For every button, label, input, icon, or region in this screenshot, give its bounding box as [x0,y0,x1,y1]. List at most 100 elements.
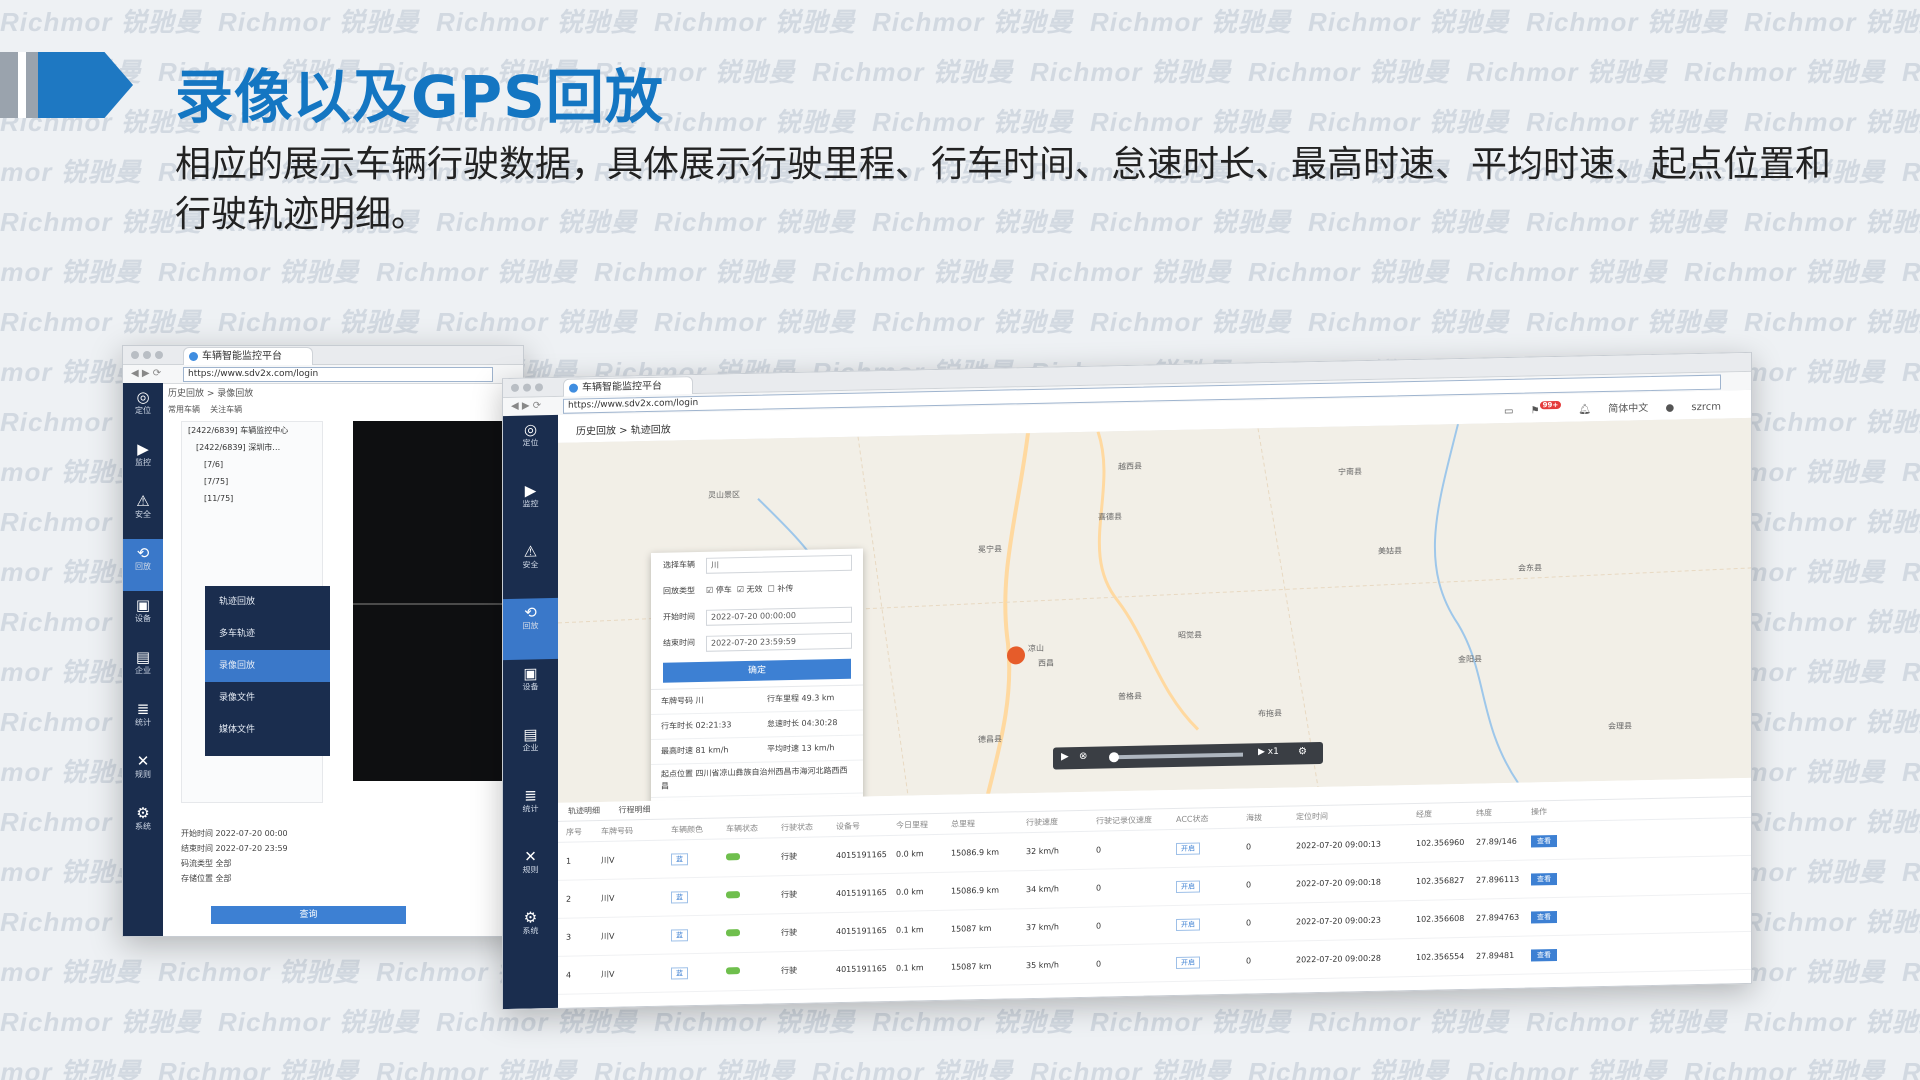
sidebar-item[interactable]: ⚙ 系统 [503,903,558,965]
view-button[interactable]: 查看 [1531,910,1557,924]
alarm-icon[interactable]: ⚑99+ [1531,400,1562,417]
end-time-input[interactable]: 2022-07-20 23:59:59 [706,632,852,652]
tree-node[interactable]: [11/75] [182,490,322,507]
column-header[interactable]: 设备号 [836,819,896,831]
progress-knob[interactable] [1109,752,1119,763]
map-place-label: 布拖县 [1258,708,1282,719]
browser-tab[interactable]: 车辆智能监控平台 [183,347,313,365]
language-select[interactable]: 简体中文 [1608,403,1648,415]
submenu-item[interactable]: 媒体文件 [205,714,330,746]
vehicle-status-cell [726,966,781,976]
sidebar-item[interactable]: ≣ 统计 [123,695,163,747]
checkbox-stop[interactable]: ☑ 停车 [706,585,732,595]
speed-select[interactable]: ▶ x1 [1258,747,1279,757]
column-header[interactable]: 经度 [1416,807,1476,819]
monitor-icon[interactable]: ▭ [1504,406,1513,417]
sidebar: ◎ 定位 ▶ 监控 ⚠ 安全 ⟲ 回放 ▣ 设备 ▤ 企业 ≣ 统计 ✕ 规则 ⚙ 系统 [503,414,558,1010]
column-header[interactable]: 总里程 [951,817,1026,830]
sidebar-item[interactable]: ▣ 设备 [503,659,558,721]
window-controls[interactable] [131,351,167,362]
breadcrumb: 历史回放 > 轨迹回放 [576,424,671,438]
query-button[interactable]: 查询 [211,906,406,924]
sidebar-item[interactable]: ▤ 企业 [123,643,163,695]
cell-run: 行驶 [781,927,797,938]
tab-trip-detail[interactable]: 行程明细 [619,805,651,815]
sidebar-item[interactable]: ◎ 定位 [123,383,163,435]
avatar[interactable]: ● [1665,403,1674,414]
sidebar-item[interactable]: ⚠ 安全 [503,537,558,599]
form-row[interactable]: 开始时间 2022-07-20 00:00 [181,826,431,841]
tab-followed-vehicles[interactable]: 关注车辆 [210,405,242,414]
submenu-item[interactable]: 轨迹回放 [205,586,330,618]
plate-input[interactable]: 川 [706,554,852,574]
sidebar-item[interactable]: ⚙ 系统 [123,799,163,851]
cell-plate: 川V [601,931,615,942]
tree-node[interactable]: [2422/6839] 车辆监控中心 [182,422,322,439]
user-name[interactable]: szrcm [1691,402,1721,414]
tab-common-vehicles[interactable]: 常用车辆 [168,405,200,414]
column-header[interactable]: 今日里程 [896,818,951,830]
plate-color-tag: 蓝 [671,928,688,942]
cell-speed: 35 km/h [1026,960,1059,971]
acc-cell: 开启 [1176,879,1246,893]
column-header[interactable]: 行驶状态 [781,821,836,833]
form-row[interactable]: 码流类型 全部 [181,856,431,871]
checkbox-invalid[interactable]: ☑ 无效 [737,585,763,595]
sidebar-item[interactable]: ◎ 定位 [503,415,558,477]
tree-node[interactable]: [2422/6839] 深圳市… [182,439,322,456]
column-header[interactable]: 行驶速度 [1026,815,1096,827]
start-time-input[interactable]: 2022-07-20 00:00:00 [706,606,852,626]
view-button[interactable]: 查看 [1531,872,1557,886]
submenu-item[interactable]: 多车轨迹 [205,618,330,650]
sidebar-item[interactable]: ≣ 统计 [503,781,558,843]
stop-button[interactable]: ⊗ [1079,751,1087,762]
submenu-item[interactable]: 录像回放 [205,650,330,682]
plate-color-cell: 蓝 [671,928,726,942]
sidebar-item[interactable]: ▶ 监控 [123,435,163,487]
video-player[interactable] [353,421,523,781]
map-view[interactable]: 选择车辆 川 回放类型 ☑ 停车 ☑ 无效 ☐ 补传 开始时间 2022-07-20… [558,417,1751,803]
sidebar-icon: ✕ [136,752,150,770]
confirm-button[interactable]: 确定 [663,658,851,683]
form-row[interactable]: 存储位置 全部 [181,871,431,886]
column-header[interactable]: 定位时间 [1296,808,1416,822]
sidebar-item[interactable]: ▤ 企业 [503,720,558,782]
column-header[interactable]: 海拔 [1246,811,1296,823]
column-header[interactable]: 行驶记录仪速度 [1096,813,1176,826]
sidebar-item[interactable]: ⟲ 回放 [123,539,163,591]
browser-nav-icons[interactable]: ◀ ▶ ⟳ [511,400,541,412]
track-table: 轨迹明细 行程明细 序号 车牌号码 车辆颜色 车辆状态 行驶状态 设备号 今日里程 总里程 行驶… [558,777,1751,1008]
column-header[interactable]: 纬度 [1476,806,1531,818]
cell-total: 15086.9 km [951,885,1000,896]
browser-nav-icons[interactable]: ◀ ▶ ⟳ [131,368,161,379]
play-button[interactable]: ▶ [1061,751,1069,762]
action-cell: 查看 [1531,834,1591,848]
column-header[interactable]: ACC状态 [1176,812,1246,824]
window-controls[interactable] [511,383,547,395]
view-button[interactable]: 查看 [1531,834,1557,848]
tree-node[interactable]: [7/6] [182,456,322,473]
checkbox-supplement[interactable]: ☐ 补传 [768,584,794,594]
tree-node[interactable]: [7/75] [182,473,322,490]
progress-track[interactable] [1113,752,1243,760]
column-header[interactable]: 车辆状态 [726,822,781,834]
column-header[interactable]: 车牌号码 [601,824,671,836]
column-header[interactable]: 车辆颜色 [671,823,726,835]
bell-icon[interactable]: 🔔︎ [1578,404,1591,415]
sidebar-item[interactable]: ⟲ 回放 [503,597,558,661]
watermark-row: Richmor 锐驰曼Richmor 锐驰曼Richmor 锐驰曼Richmor… [0,1057,1920,1080]
sidebar-item-label: 安全 [522,560,539,570]
gear-icon[interactable]: ⚙ [1298,746,1307,757]
address-bar[interactable]: https://www.sdv2x.com/login [183,367,493,382]
sidebar-item[interactable]: ▣ 设备 [123,591,163,643]
view-button[interactable]: 查看 [1531,948,1557,962]
sidebar-item[interactable]: ✕ 规则 [123,747,163,799]
sidebar-item[interactable]: ⚠ 安全 [123,487,163,539]
submenu-item[interactable]: 录像文件 [205,682,330,714]
sidebar-item[interactable]: ▶ 监控 [503,476,558,538]
sidebar-item[interactable]: ✕ 规则 [503,842,558,904]
column-header[interactable]: 序号 [566,826,601,838]
column-header[interactable]: 操作 [1531,805,1591,817]
form-row[interactable]: 结束时间 2022-07-20 23:59 [181,841,431,856]
tab-track-detail[interactable]: 轨迹明细 [568,806,600,816]
